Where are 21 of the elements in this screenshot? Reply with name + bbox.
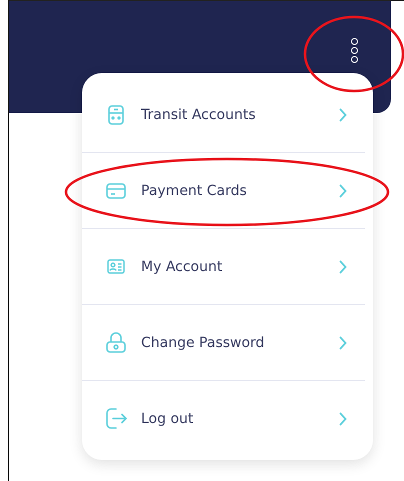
menu-item-label: Transit Accounts (141, 106, 257, 122)
transit-card-icon (108, 104, 124, 124)
chevron-right-icon (339, 108, 347, 122)
menu-item[interactable]: Transit Accounts (82, 77, 365, 153)
menu-item[interactable]: My Account (82, 229, 365, 305)
chevron-right-icon (339, 184, 347, 198)
menu-item[interactable]: Change Password (82, 305, 365, 381)
credit-card-icon (106, 182, 126, 198)
logout-icon (106, 408, 126, 429)
more-options-icon[interactable] (351, 38, 358, 63)
menu-item-label: Log out (141, 410, 194, 426)
menu-item-label: Payment Cards (141, 182, 248, 198)
id-card-icon (107, 259, 125, 274)
menu-item-label: My Account (141, 258, 224, 274)
lock-icon (106, 332, 126, 353)
chevron-right-icon (339, 260, 347, 274)
menu-item[interactable]: Payment Cards (82, 153, 365, 229)
chevron-right-icon (339, 412, 347, 426)
menu-item[interactable]: Log out (82, 381, 365, 456)
chevron-right-icon (339, 336, 347, 350)
menu-item-label: Change Password (141, 334, 266, 350)
